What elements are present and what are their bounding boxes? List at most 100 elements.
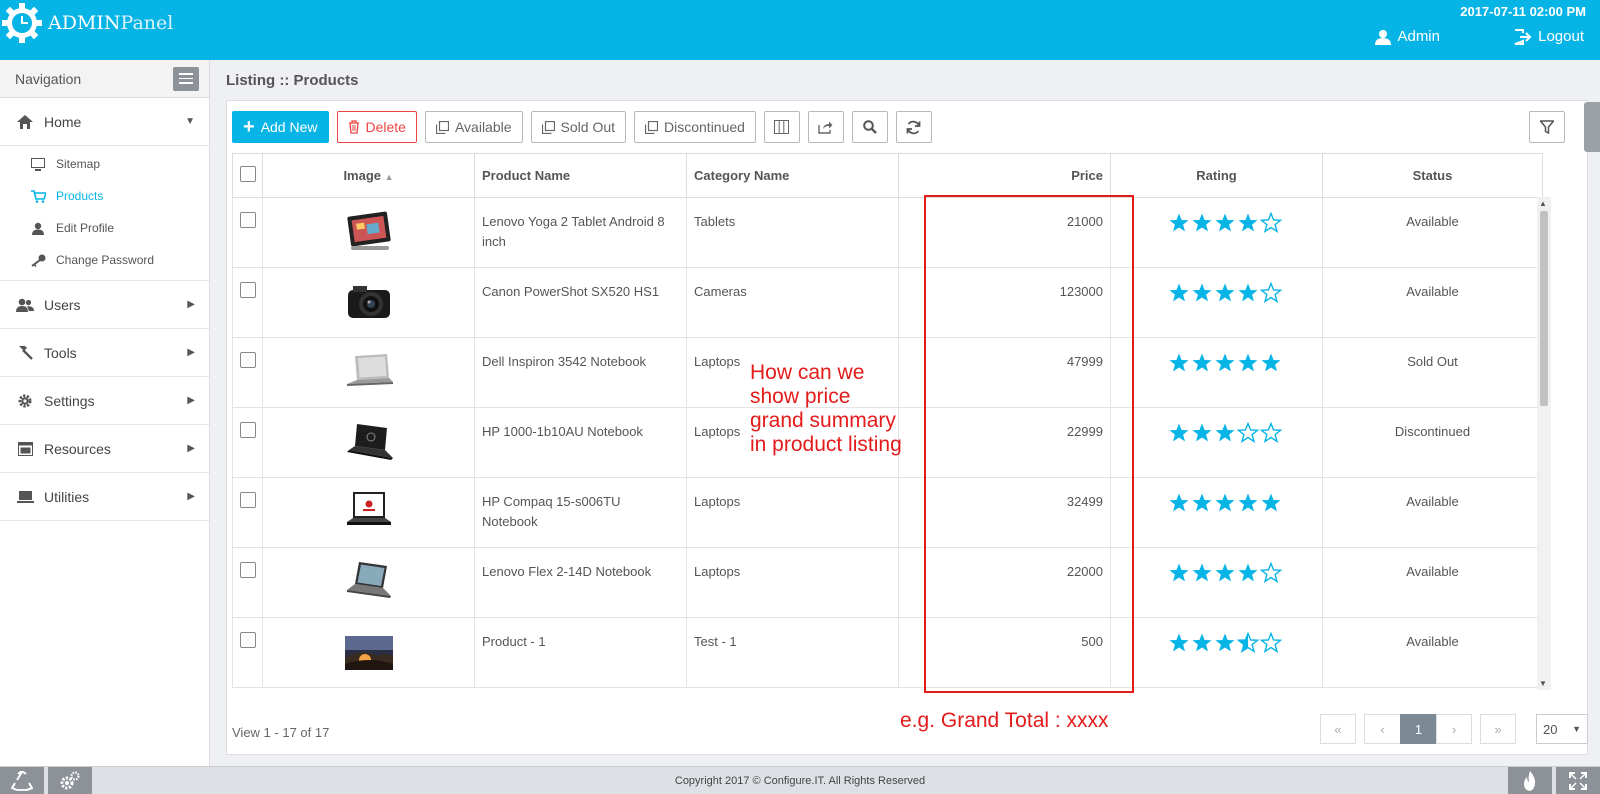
scroll-down-arrow[interactable]: ▼: [1539, 679, 1547, 688]
star-empty-icon[interactable]: [1260, 282, 1282, 304]
star-empty-icon[interactable]: [1260, 632, 1282, 654]
star-full-icon[interactable]: [1191, 632, 1213, 654]
product-thumbnail[interactable]: [343, 420, 395, 464]
column-header-price[interactable]: Price: [898, 153, 1111, 198]
current-page[interactable]: 1: [1400, 714, 1436, 744]
delete-button[interactable]: Delete: [336, 111, 417, 143]
star-half-icon[interactable]: [1237, 632, 1259, 654]
row-checkbox[interactable]: [239, 632, 256, 648]
cell-product-name[interactable]: Lenovo Flex 2-14D Notebook: [474, 547, 687, 618]
star-full-icon[interactable]: [1237, 492, 1259, 514]
row-checkbox[interactable]: [239, 492, 256, 508]
select-all-checkbox[interactable]: [239, 166, 256, 182]
available-button[interactable]: Available: [424, 111, 523, 143]
row-checkbox[interactable]: [239, 212, 256, 228]
star-full-icon[interactable]: [1168, 282, 1190, 304]
side-settings-tab[interactable]: [1584, 102, 1600, 152]
star-full-icon[interactable]: [1191, 282, 1213, 304]
sidebar-item-resources[interactable]: Resources ▶: [0, 425, 209, 473]
column-header-status[interactable]: Status: [1322, 153, 1543, 198]
sidebar-item-utilities[interactable]: Utilities ▶: [0, 473, 209, 521]
sidebar-subitem-change-password[interactable]: Change Password: [0, 244, 209, 276]
page-size-select[interactable]: 20 ▼: [1536, 714, 1588, 744]
star-full-icon[interactable]: [1260, 352, 1282, 374]
nav-toggle-button[interactable]: [173, 66, 199, 91]
star-full-icon[interactable]: [1168, 562, 1190, 584]
footer-fullscreen-button[interactable]: [1556, 767, 1600, 794]
brand-logo[interactable]: ADMINPanel: [0, 0, 173, 46]
sidebar-subitem-products[interactable]: Products: [0, 180, 209, 212]
star-full-icon[interactable]: [1191, 212, 1213, 234]
column-header-product-name[interactable]: Product Name: [474, 153, 687, 198]
cell-product-name[interactable]: Lenovo Yoga 2 Tablet Android 8 inch: [474, 197, 687, 268]
filter-button[interactable]: [1529, 111, 1565, 143]
star-full-icon[interactable]: [1214, 422, 1236, 444]
cell-product-name[interactable]: Canon PowerShot SX520 HS1: [474, 267, 687, 338]
export-button[interactable]: [807, 111, 844, 143]
cell-product-name[interactable]: Product - 1: [474, 617, 687, 688]
sidebar-item-home[interactable]: Home ▼: [0, 98, 209, 146]
sidebar-subitem-sitemap[interactable]: Sitemap: [0, 148, 209, 180]
star-full-icon[interactable]: [1237, 282, 1259, 304]
star-full-icon[interactable]: [1237, 352, 1259, 374]
star-full-icon[interactable]: [1214, 352, 1236, 374]
cell-product-name[interactable]: Dell Inspiron 3542 Notebook: [474, 337, 687, 408]
logout-link[interactable]: Logout: [1514, 28, 1584, 45]
admin-user-link[interactable]: Admin: [1375, 28, 1440, 45]
discontinued-button[interactable]: Discontinued: [634, 111, 756, 143]
last-page-button[interactable]: »: [1480, 714, 1516, 744]
product-thumbnail[interactable]: [343, 630, 395, 674]
cell-product-name[interactable]: HP Compaq 15-s006TU Notebook: [474, 477, 687, 548]
sidebar-subitem-edit-profile[interactable]: Edit Profile: [0, 212, 209, 244]
first-page-button[interactable]: «: [1320, 714, 1356, 744]
prev-page-button[interactable]: ‹: [1364, 714, 1400, 744]
product-thumbnail[interactable]: [343, 280, 395, 324]
star-full-icon[interactable]: [1237, 562, 1259, 584]
star-full-icon[interactable]: [1191, 562, 1213, 584]
product-thumbnail[interactable]: [343, 560, 395, 604]
star-full-icon[interactable]: [1191, 492, 1213, 514]
star-full-icon[interactable]: [1191, 352, 1213, 374]
search-button[interactable]: [851, 111, 888, 143]
footer-fire-button[interactable]: [1508, 767, 1552, 794]
table-row[interactable]: Lenovo Flex 2-14D Notebook Laptops 22000 Av…: [232, 547, 1543, 618]
next-page-button[interactable]: ›: [1436, 714, 1472, 744]
star-full-icon[interactable]: [1168, 632, 1190, 654]
star-empty-icon[interactable]: [1260, 562, 1282, 584]
scroll-thumb[interactable]: [1540, 211, 1548, 406]
sidebar-item-settings[interactable]: Settings ▶: [0, 377, 209, 425]
star-full-icon[interactable]: [1168, 492, 1190, 514]
product-thumbnail[interactable]: [343, 350, 395, 394]
star-full-icon[interactable]: [1168, 422, 1190, 444]
scroll-up-arrow[interactable]: ▲: [1539, 199, 1547, 208]
cell-product-name[interactable]: HP 1000-1b10AU Notebook: [474, 407, 687, 478]
table-row[interactable]: Canon PowerShot SX520 HS1 Cameras 123000 Av…: [232, 267, 1543, 338]
product-thumbnail[interactable]: [343, 490, 395, 534]
star-full-icon[interactable]: [1237, 212, 1259, 234]
table-scrollbar[interactable]: ▲ ▼: [1537, 197, 1551, 690]
star-empty-icon[interactable]: [1260, 212, 1282, 234]
star-full-icon[interactable]: [1214, 212, 1236, 234]
column-header-rating[interactable]: Rating: [1110, 153, 1323, 198]
row-checkbox[interactable]: [239, 282, 256, 298]
row-checkbox[interactable]: [239, 422, 256, 438]
star-full-icon[interactable]: [1214, 492, 1236, 514]
star-full-icon[interactable]: [1168, 352, 1190, 374]
row-checkbox[interactable]: [239, 352, 256, 368]
star-full-icon[interactable]: [1260, 492, 1282, 514]
column-header-category-name[interactable]: Category Name: [686, 153, 899, 198]
product-thumbnail[interactable]: [343, 210, 395, 254]
add-new-button[interactable]: + Add New: [232, 111, 329, 143]
star-empty-icon[interactable]: [1237, 422, 1259, 444]
footer-recycle-button[interactable]: [0, 767, 44, 794]
sidebar-item-tools[interactable]: Tools ▶: [0, 329, 209, 377]
star-full-icon[interactable]: [1168, 212, 1190, 234]
star-empty-icon[interactable]: [1260, 422, 1282, 444]
star-full-icon[interactable]: [1214, 632, 1236, 654]
table-row[interactable]: HP Compaq 15-s006TU Notebook Laptops 32499…: [232, 477, 1543, 548]
star-full-icon[interactable]: [1191, 422, 1213, 444]
star-full-icon[interactable]: [1214, 282, 1236, 304]
table-row[interactable]: Product - 1 Test - 1 500 Available: [232, 617, 1543, 688]
star-full-icon[interactable]: [1214, 562, 1236, 584]
footer-settings-button[interactable]: [48, 767, 92, 794]
